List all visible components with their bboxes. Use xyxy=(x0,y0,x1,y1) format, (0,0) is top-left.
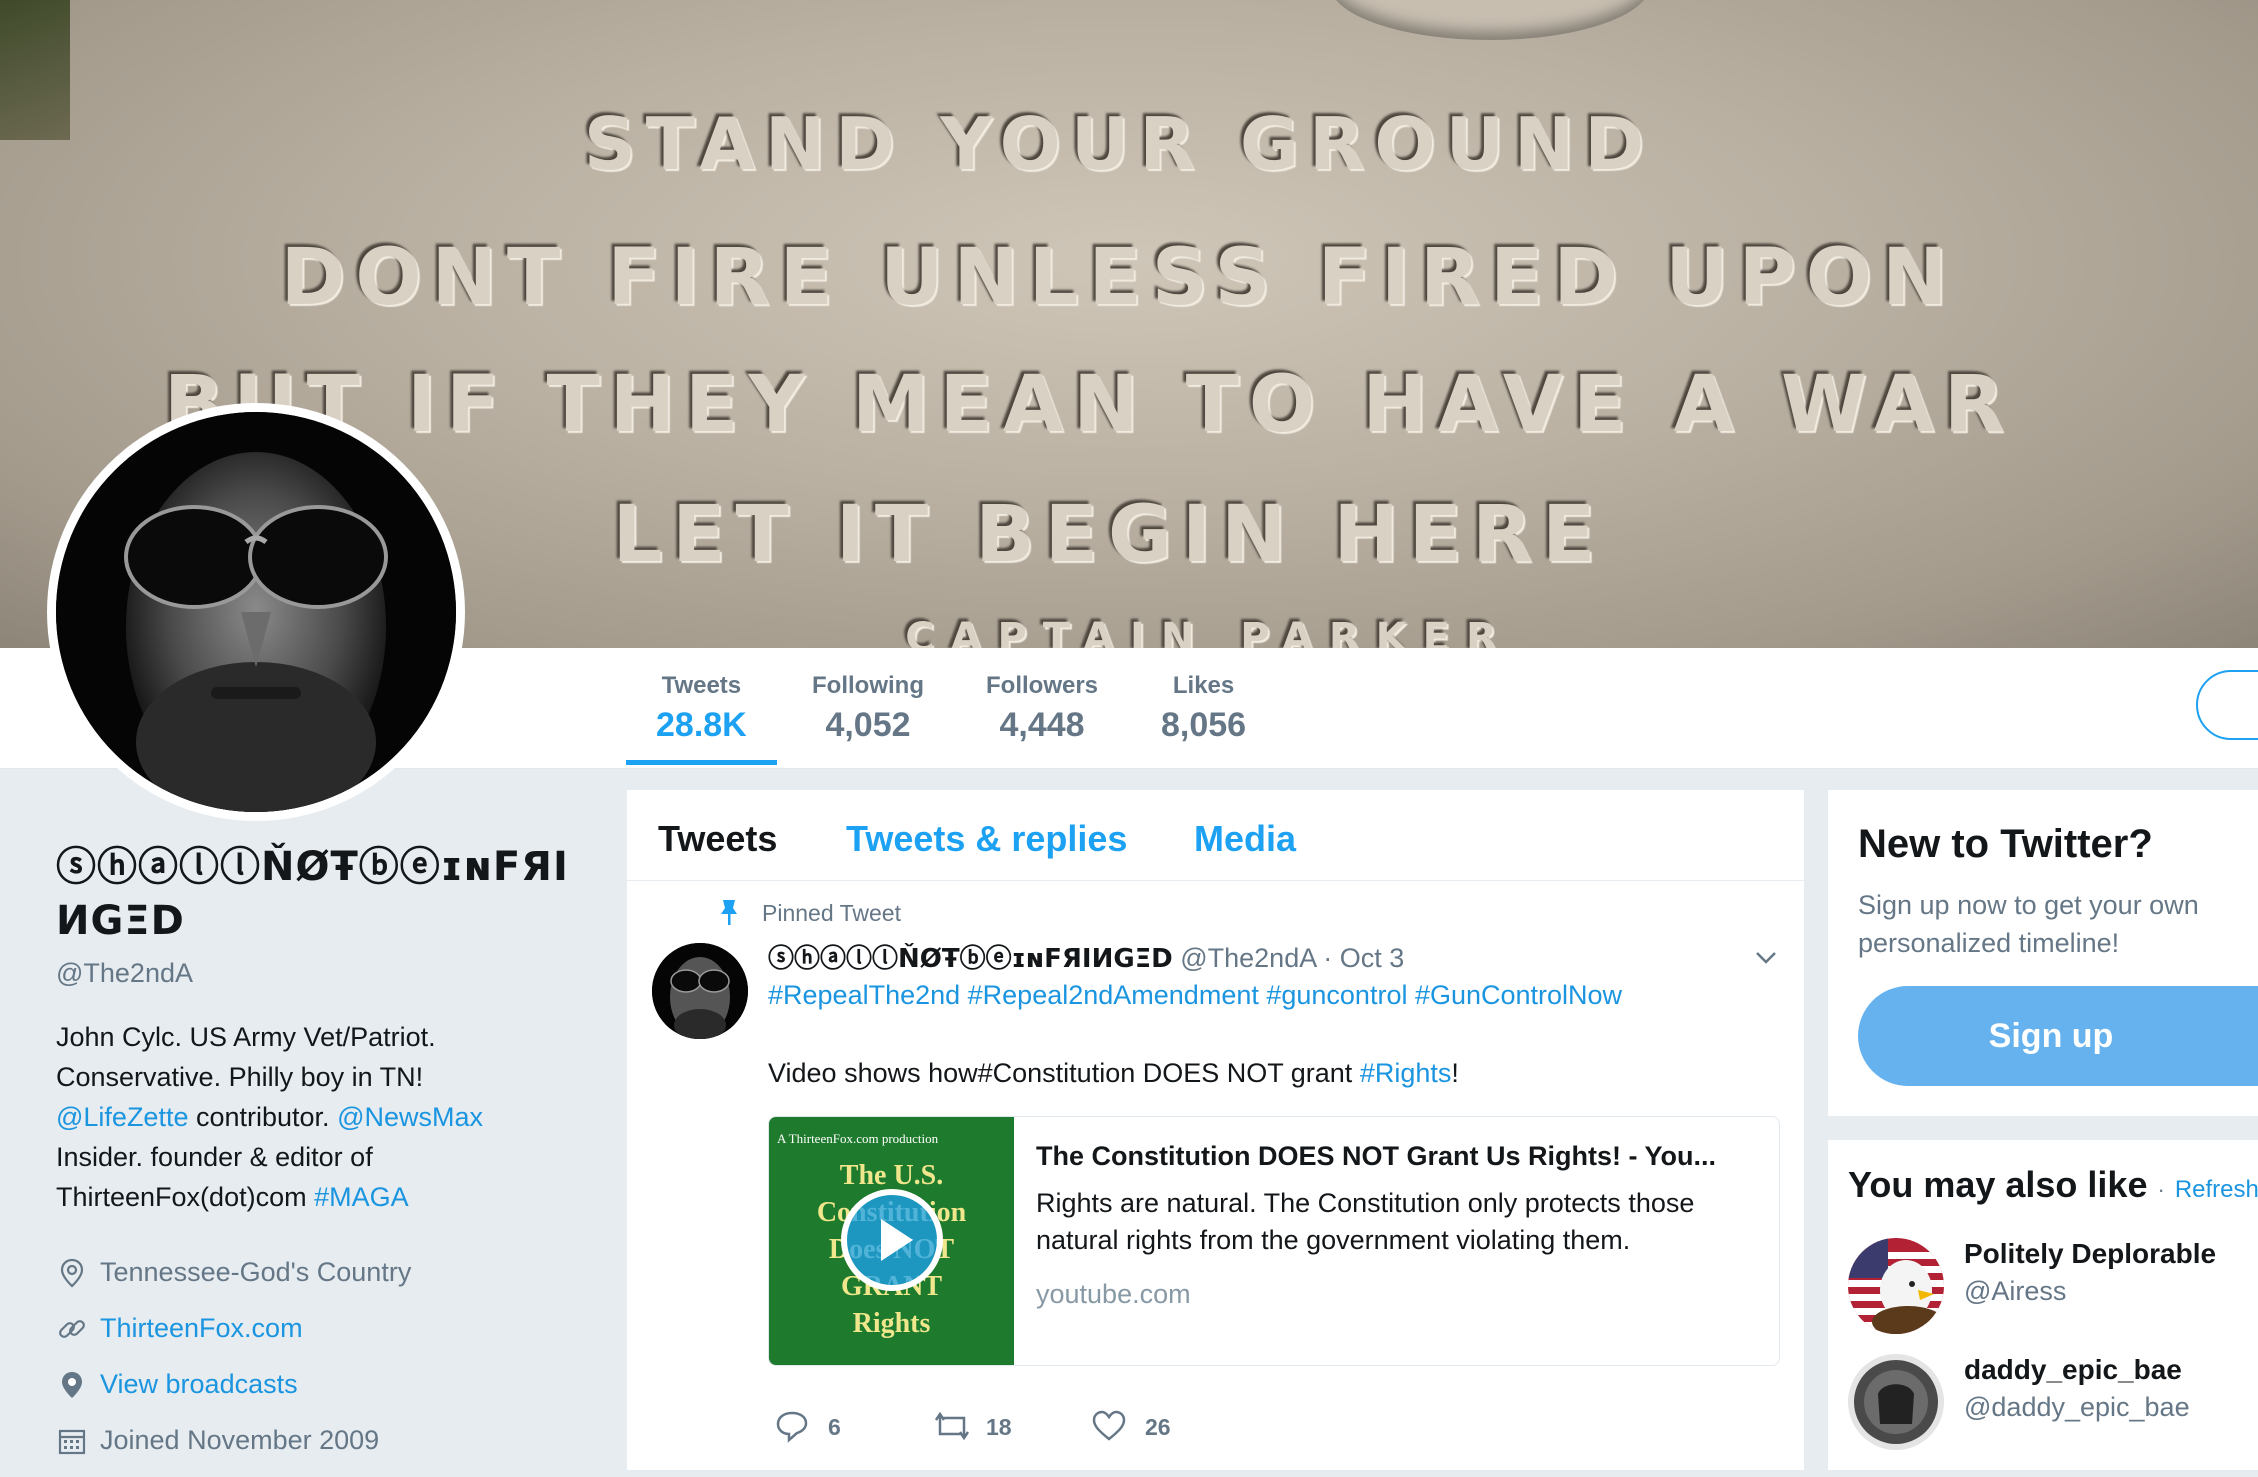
pin-icon xyxy=(721,900,737,925)
tab-media[interactable]: Media xyxy=(1194,818,1296,860)
suggestion-item[interactable]: daddy_epic_bae @daddy_epic_bae xyxy=(1848,1354,2258,1454)
tweet-avatar[interactable] xyxy=(652,943,748,1039)
profile-bio: John Cylc. US Army Vet/Patriot. Conserva… xyxy=(56,1017,596,1217)
suggestion-handle: @Airess xyxy=(1964,1276,2067,1306)
tweet-author-handle[interactable]: @The2ndA xyxy=(1180,943,1316,973)
hashtag-link[interactable]: #MAGA xyxy=(314,1182,409,1212)
wtf-title: You may also like xyxy=(1848,1164,2148,1205)
tweet-text: Video shows how#Constitution DOES NOT gr… xyxy=(768,1058,1459,1089)
mention-link[interactable]: @LifeZette xyxy=(56,1102,188,1132)
pinned-label: Pinned Tweet xyxy=(762,900,901,926)
retweet-icon xyxy=(934,1411,970,1441)
display-name-line: ИGΞD xyxy=(56,898,185,944)
stat-following[interactable]: Following 4,052 xyxy=(812,672,924,745)
periscope-icon xyxy=(62,1372,82,1398)
suggestion-avatar[interactable] xyxy=(1848,1354,1944,1450)
suggestion-name[interactable]: daddy_epic_bae xyxy=(1964,1354,2182,1386)
bio-line: @LifeZette contributor. @NewsMax xyxy=(56,1097,596,1137)
stat-value: 4,448 xyxy=(999,706,1085,744)
stat-likes[interactable]: Likes 8,056 xyxy=(1161,672,1246,745)
video-thumbnail[interactable]: A ThirteenFox.com production The U.S. Co… xyxy=(769,1117,1014,1365)
tweet-author-name[interactable]: ⓢⓗⓐⓛⓛŇØŦⓑⓔɪɴFЯIИGΞD xyxy=(768,944,1173,974)
mention-link[interactable]: @NewsMax xyxy=(337,1102,483,1132)
signup-subtitle: Sign up now to get your own personalized… xyxy=(1858,890,2199,958)
display-name-line: ⓢⓗⓐⓛⓛŇØŦⓑⓔɪɴFЯI xyxy=(56,844,569,890)
location-icon xyxy=(60,1258,84,1288)
display-name: ⓢⓗⓐⓛⓛŇØŦⓑⓔɪɴFЯI ИGΞD xyxy=(56,840,596,948)
bio-line: John Cylc. US Army Vet/Patriot. xyxy=(56,1022,436,1052)
calendar-icon xyxy=(58,1429,86,1455)
broadcasts-row: View broadcasts xyxy=(56,1365,596,1421)
suggestion-handle: @daddy_epic_bae xyxy=(1964,1392,2190,1422)
stat-tweets[interactable]: Tweets 28.8K xyxy=(626,672,777,765)
chevron-down-icon[interactable] xyxy=(1751,942,1781,972)
stat-followers[interactable]: Followers 4,448 xyxy=(986,672,1098,745)
tweet-hashtags[interactable]: #RepealThe2nd #Repeal2ndAmendment #gunco… xyxy=(768,980,1622,1011)
tweet-date[interactable]: · Oct 3 xyxy=(1323,943,1404,973)
stat-value: 28.8K xyxy=(656,706,747,744)
who-to-follow-module: You may also like · Refresh Politely Dep… xyxy=(1828,1140,2258,1470)
link-icon xyxy=(59,1320,85,1338)
signup-button[interactable]: Sign up xyxy=(1858,986,2258,1086)
joined-text: Joined November 2009 xyxy=(100,1425,380,1455)
tweet-text-part: ! xyxy=(1451,1058,1459,1088)
like-count: 26 xyxy=(1145,1414,1171,1440)
stat-value: 8,056 xyxy=(1161,706,1247,744)
wtf-dot: · xyxy=(2157,1177,2165,1202)
avatar-image xyxy=(56,412,456,812)
tweet-text-part: Video shows how#Constitution DOES NOT gr… xyxy=(768,1058,1360,1088)
card-domain: youtube.com xyxy=(1036,1279,1191,1309)
wtf-heading: You may also like · Refresh xyxy=(1848,1164,2258,1206)
bio-text: contributor. xyxy=(188,1102,338,1132)
card-description: Rights are natural. The Constitution onl… xyxy=(1036,1188,1695,1255)
suggestion-avatar[interactable] xyxy=(1848,1238,1944,1334)
heart-icon xyxy=(1092,1410,1126,1441)
location-row: Tennessee-God's Country xyxy=(56,1253,596,1309)
signup-title: New to Twitter? xyxy=(1858,822,2153,866)
website-row: ThirteenFox.com xyxy=(56,1309,596,1365)
suggestion-item[interactable]: Politely Deplorable @Airess xyxy=(1848,1238,2258,1338)
stat-label: Followers xyxy=(986,672,1099,699)
bio-line: Conservative. Philly boy in TN! xyxy=(56,1062,424,1092)
timeline-tabs: Tweets Tweets & replies Media xyxy=(627,790,1804,881)
reply-icon xyxy=(776,1411,808,1443)
refresh-link[interactable]: Refresh xyxy=(2175,1176,2258,1203)
follow-button[interactable] xyxy=(2196,670,2258,740)
banner-text-line: STAND YOUR GROUND xyxy=(583,102,1655,186)
profile-handle: @The2ndA xyxy=(56,958,193,988)
bio-text: ThirteenFox(dot)com xyxy=(56,1182,315,1212)
thumb-caption: A ThirteenFox.com production xyxy=(777,1131,939,1146)
view-broadcasts-link[interactable]: View broadcasts xyxy=(100,1369,298,1400)
link-card[interactable]: A ThirteenFox.com production The U.S. Co… xyxy=(768,1116,1780,1366)
bio-line: Insider. founder & editor of xyxy=(56,1142,373,1172)
stat-label: Likes xyxy=(1172,672,1235,699)
tweet-header: ⓢⓗⓐⓛⓛŇØŦⓑⓔɪɴFЯIИGΞD @The2ndA · Oct 3 xyxy=(768,938,1404,975)
suggestion-name[interactable]: Politely Deplorable xyxy=(1964,1238,2216,1270)
reply-count: 6 xyxy=(828,1414,841,1440)
location-text: Tennessee-God's Country xyxy=(100,1257,412,1287)
tab-tweets[interactable]: Tweets xyxy=(658,818,777,860)
retweet-count: 18 xyxy=(986,1414,1012,1440)
tab-tweets-replies[interactable]: Tweets & replies xyxy=(846,818,1127,860)
joined-row: Joined November 2009 xyxy=(56,1421,596,1477)
stat-value: 4,052 xyxy=(825,706,911,744)
thumb-line: Rights xyxy=(852,1308,931,1339)
website-link[interactable]: ThirteenFox.com xyxy=(100,1313,303,1344)
timeline: Tweets Tweets & replies Media Pinned Twe… xyxy=(627,790,1804,1470)
profile-meta: Tennessee-God's Country ThirteenFox.com … xyxy=(56,1253,596,1477)
profile-card: ⓢⓗⓐⓛⓛŇØŦⓑⓔɪɴFЯI ИGΞD @The2ndA John Cylc.… xyxy=(56,840,596,1477)
play-icon[interactable] xyxy=(839,1187,945,1293)
card-title: The Constitution DOES NOT Grant Us Right… xyxy=(1036,1141,1716,1171)
banner-text-line: DONT FIRE UNLESS FIRED UPON xyxy=(280,233,1958,323)
profile-avatar[interactable] xyxy=(47,403,465,821)
hashtag-link[interactable]: #Rights xyxy=(1360,1058,1452,1088)
banner-medallion xyxy=(1330,0,1650,40)
signup-module: New to Twitter? Sign up now to get your … xyxy=(1828,790,2258,1116)
bio-line: ThirteenFox(dot)com #MAGA xyxy=(56,1177,596,1217)
stat-label: Following xyxy=(812,672,924,699)
stat-label: Tweets xyxy=(661,672,742,699)
